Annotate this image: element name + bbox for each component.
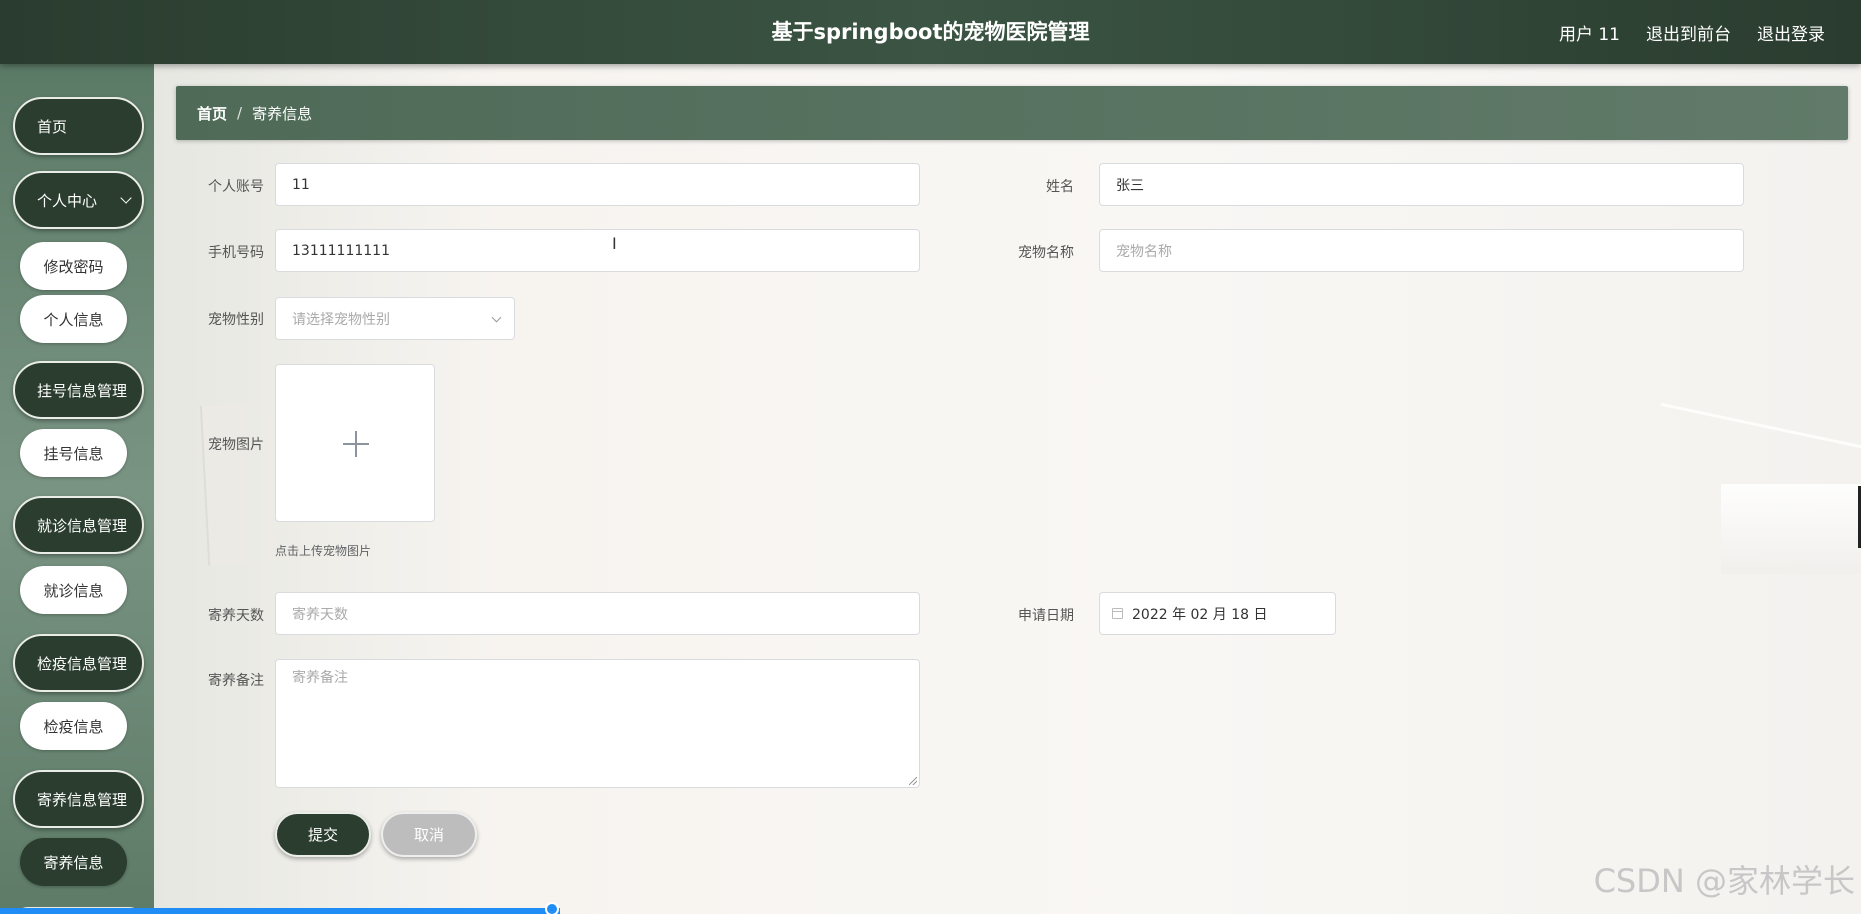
pet-image-label: 宠物图片	[208, 437, 264, 453]
sidebar-item-label: 个人信息	[43, 310, 104, 329]
sidebar-item-quarantine-mgmt[interactable]: 检疫信息管理	[13, 634, 144, 692]
name-label: 姓名	[1046, 179, 1074, 195]
background-decoration	[1721, 484, 1861, 574]
logout-link[interactable]: 退出登录	[1757, 20, 1825, 45]
breadcrumb-current: 寄养信息	[252, 104, 313, 123]
account-label: 个人账号	[208, 179, 264, 195]
breadcrumb: 首页 / 寄养信息	[176, 86, 1848, 140]
chevron-down-icon	[120, 192, 132, 204]
pet-gender-placeholder: 请选择宠物性别	[292, 311, 390, 328]
current-user: 用户 11	[1558, 24, 1620, 45]
calendar-icon	[1112, 608, 1123, 619]
sidebar-item-label: 挂号信息	[43, 444, 104, 463]
phone-field[interactable]: 13111111111	[275, 229, 920, 272]
sidebar-subitem-register-info[interactable]: 挂号信息	[20, 429, 127, 477]
back-to-front-link[interactable]: 退出到前台	[1646, 20, 1731, 45]
sidebar-subitem-visit-info[interactable]: 就诊信息	[20, 566, 127, 614]
apply-date-picker[interactable]: 2022 年 02 月 18 日	[1099, 592, 1336, 635]
breadcrumb-home[interactable]: 首页	[197, 103, 227, 124]
scrollbar-handle[interactable]	[545, 902, 559, 914]
breadcrumb-separator: /	[237, 104, 243, 122]
top-header: 基于springboot的宠物医院管理 用户 11 退出到前台 退出登录	[0, 0, 1861, 64]
sidebar-item-label: 个人中心	[37, 191, 98, 210]
pet-name-input[interactable]: 宠物名称	[1099, 229, 1744, 272]
sidebar-item-personal-center[interactable]: 个人中心	[13, 171, 144, 229]
sidebar-item-label: 首页	[37, 117, 68, 136]
apply-date-label: 申请日期	[1018, 608, 1074, 624]
sidebar-item-label: 寄养信息管理	[37, 790, 128, 809]
resize-handle-icon[interactable]	[909, 777, 917, 785]
sidebar-item-label: 检疫信息管理	[37, 654, 128, 673]
remark-textarea[interactable]: 寄养备注	[275, 659, 920, 788]
pet-image-upload[interactable]	[275, 364, 435, 522]
sidebar: 首页 个人中心 修改密码 个人信息 挂号信息管理 挂号信息 就诊信息管理 就诊信…	[0, 64, 154, 914]
watermark: CSDN @家林学长	[1593, 862, 1855, 900]
sidebar-item-visit-mgmt[interactable]: 就诊信息管理	[13, 496, 144, 554]
account-field[interactable]: 11	[275, 163, 920, 206]
sidebar-subitem-change-password[interactable]: 修改密码	[20, 242, 127, 290]
days-input[interactable]: 寄养天数	[275, 592, 920, 635]
sidebar-item-label: 寄养信息	[43, 853, 104, 872]
chevron-down-icon	[491, 312, 502, 323]
sidebar-item-register-mgmt[interactable]: 挂号信息管理	[13, 361, 144, 419]
sidebar-subitem-quarantine-info[interactable]: 检疫信息	[20, 702, 127, 750]
sidebar-item-label: 挂号信息管理	[37, 381, 128, 400]
sidebar-item-boarding-mgmt[interactable]: 寄养信息管理	[13, 770, 144, 828]
phone-label: 手机号码	[208, 245, 264, 261]
pet-gender-label: 宠物性别	[208, 312, 264, 328]
sidebar-item-label: 就诊信息管理	[37, 516, 128, 535]
cancel-button[interactable]: 取消	[381, 812, 477, 857]
sidebar-item-label: 修改密码	[43, 257, 104, 276]
sidebar-subitem-personal-info[interactable]: 个人信息	[20, 295, 127, 343]
submit-button[interactable]: 提交	[275, 812, 371, 857]
sidebar-subitem-boarding-info[interactable]: 寄养信息	[20, 838, 127, 886]
background-decoration	[199, 402, 279, 566]
days-label: 寄养天数	[208, 608, 264, 624]
sidebar-item-label: 就诊信息	[43, 581, 104, 600]
sidebar-item-label: 检疫信息	[43, 717, 104, 736]
horizontal-scrollbar[interactable]	[0, 908, 560, 914]
upload-tip: 点击上传宠物图片	[275, 544, 372, 558]
pet-gender-select[interactable]: 请选择宠物性别	[275, 297, 515, 340]
apply-date-value: 2022 年 02 月 18 日	[1132, 606, 1268, 623]
main-content: 首页 / 寄养信息 个人账号 11 姓名 张三 手机号码 13111111111…	[154, 64, 1861, 914]
text-cursor-icon: I	[612, 234, 617, 253]
sidebar-item-home[interactable]: 首页	[13, 97, 144, 155]
remark-label: 寄养备注	[208, 673, 264, 689]
name-field[interactable]: 张三	[1099, 163, 1744, 206]
header-links: 用户 11 退出到前台 退出登录	[1559, 0, 1825, 64]
pet-name-label: 宠物名称	[1018, 245, 1074, 261]
remark-placeholder: 寄养备注	[292, 670, 348, 686]
